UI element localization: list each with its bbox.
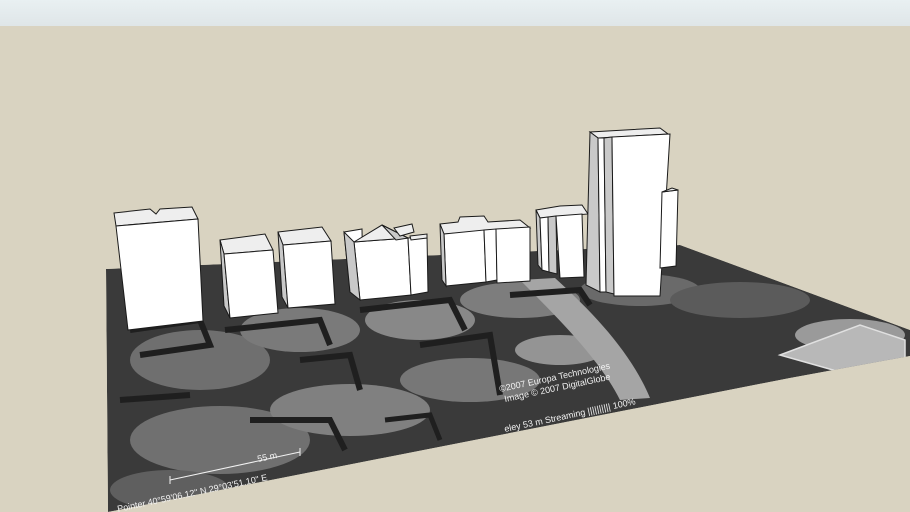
building-6[interactable] — [535, 204, 589, 279]
building-4[interactable] — [343, 223, 429, 302]
building-3[interactable] — [277, 226, 336, 309]
building-2[interactable] — [219, 233, 279, 319]
3d-model-scene[interactable]: ©2007 Europa Technologies Image © 2007 D… — [0, 0, 910, 512]
building-1[interactable] — [113, 206, 204, 331]
building-5[interactable] — [439, 215, 532, 288]
sketchup-viewport[interactable]: ©2007 Europa Technologies Image © 2007 D… — [0, 0, 910, 512]
